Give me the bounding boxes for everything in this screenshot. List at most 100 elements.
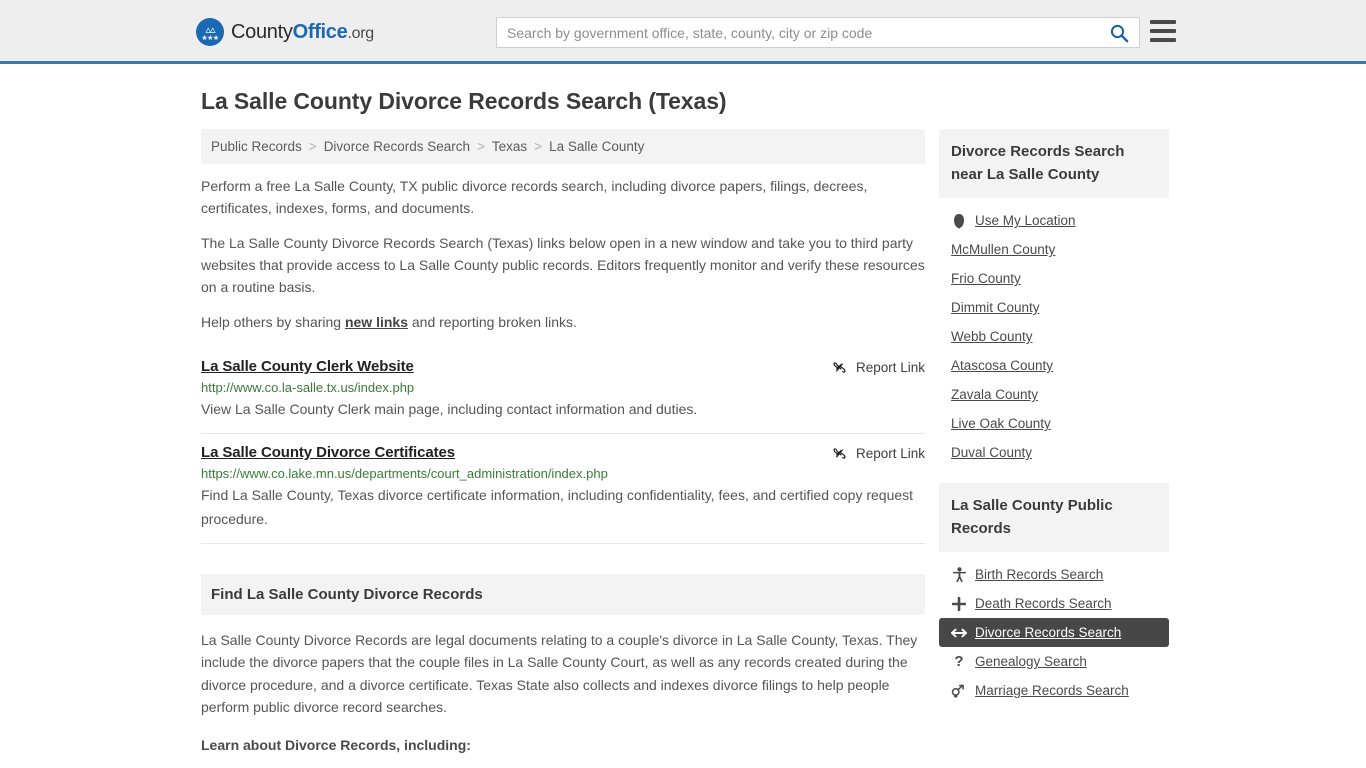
share-text-after: and reporting broken links. <box>408 314 577 331</box>
result-title-link[interactable]: La Salle County Clerk Website <box>201 358 414 375</box>
cross-icon <box>951 596 967 611</box>
breadcrumb-separator: > <box>308 139 317 154</box>
hamburger-bar-3 <box>1150 38 1176 42</box>
county-office-seal-icon: ▵▵ ★★★ <box>196 18 224 46</box>
sidebar-item-label: Birth Records Search <box>975 567 1104 582</box>
result-url: https://www.co.lake.mn.us/departments/co… <box>201 466 608 482</box>
list-item: Zavala County <box>939 380 1169 409</box>
list-item: Birth Records Search <box>939 560 1169 589</box>
report-link-button[interactable]: Report Link <box>831 445 925 462</box>
share-text-before: Help others by sharing <box>201 314 345 331</box>
sidebar-item-label: Divorce Records Search <box>975 625 1122 640</box>
breadcrumb-item-3[interactable]: La Salle County <box>549 139 644 154</box>
map-pin-icon <box>951 213 967 228</box>
breadcrumb: Public Records > Divorce Records Search … <box>201 129 925 164</box>
report-link-label: Report Link <box>855 360 925 376</box>
section-paragraph: La Salle County Divorce Records are lega… <box>201 632 918 715</box>
menu-button[interactable] <box>1150 20 1176 42</box>
main-column: Public Records > Divorce Records Search … <box>201 129 925 768</box>
learn-about-list: Where to get La Salle County Divorce Rec… <box>201 764 925 768</box>
sidebar-item-genealogy-search[interactable]: ? Genealogy Search <box>939 647 1169 676</box>
sidebar-item-atascosa-county[interactable]: Atascosa County <box>939 351 1169 380</box>
stars-glyph: ★★★ <box>201 35 219 42</box>
list-item: Dimmit County <box>939 293 1169 322</box>
site-header: ▵▵ ★★★ CountyOffice.org <box>0 0 1366 64</box>
sidebar-item-label: Dimmit County <box>951 300 1040 315</box>
nearby-counties-list: Use My Location McMullen County Frio Cou… <box>939 198 1169 467</box>
search-button[interactable] <box>1099 18 1139 47</box>
search-input[interactable] <box>497 18 1099 47</box>
report-link-button[interactable]: Report Link <box>831 359 925 376</box>
list-item: Frio County <box>939 264 1169 293</box>
result-url: http://www.co.la-salle.tx.us/index.php <box>201 380 415 396</box>
list-item: McMullen County <box>939 235 1169 264</box>
left-right-arrow-icon <box>951 627 967 639</box>
intro-text: Perform a free La Salle County, TX publi… <box>201 164 925 334</box>
sidebar-item-webb-county[interactable]: Webb County <box>939 322 1169 351</box>
list-item: Webb County <box>939 322 1169 351</box>
brand-wordmark: CountyOffice.org <box>231 21 374 44</box>
sidebar-item-marriage-records-search[interactable]: Marriage Records Search <box>939 676 1169 705</box>
page-body: La Salle County Divorce Records Search (… <box>0 64 1366 768</box>
sidebar-item-label: Webb County <box>951 329 1033 344</box>
list-item: Marriage Records Search <box>939 676 1169 705</box>
sidebar: Divorce Records Search near La Salle Cou… <box>939 129 1169 721</box>
sidebar-item-label: Marriage Records Search <box>975 683 1129 698</box>
sidebar-item-label: Death Records Search <box>975 596 1112 611</box>
list-item: Use My Location <box>939 206 1169 235</box>
sidebar-item-label: Genealogy Search <box>975 654 1087 669</box>
section-heading: Find La Salle County Divorce Records <box>201 574 925 616</box>
public-records-panel: La Salle County Public Records Birth Rec… <box>939 483 1169 705</box>
question-mark-icon: ? <box>954 653 964 670</box>
hamburger-bar-1 <box>1150 20 1176 24</box>
learn-about-heading: Learn about Divorce Records, including: <box>201 736 471 753</box>
report-link-label: Report Link <box>855 446 925 462</box>
sidebar-item-zavala-county[interactable]: Zavala County <box>939 380 1169 409</box>
breadcrumb-separator: > <box>534 139 543 154</box>
breadcrumb-item-1[interactable]: Divorce Records Search <box>324 139 470 154</box>
list-item: Death Records Search <box>939 589 1169 618</box>
result-item: La Salle County Clerk Website Report Lin… <box>201 348 925 435</box>
hamburger-bar-2 <box>1150 29 1176 33</box>
search-icon <box>1110 24 1129 42</box>
sidebar-item-label: McMullen County <box>951 242 1056 257</box>
search-bar[interactable] <box>496 17 1140 48</box>
sidebar-item-dimmit-county[interactable]: Dimmit County <box>939 293 1169 322</box>
sidebar-item-label: Frio County <box>951 271 1021 286</box>
sidebar-item-live-oak-county[interactable]: Live Oak County <box>939 409 1169 438</box>
breadcrumb-item-2[interactable]: Texas <box>492 139 527 154</box>
male-female-icon <box>951 684 967 698</box>
public-records-list: Birth Records Search Death Records Searc… <box>939 552 1169 705</box>
breadcrumb-separator: > <box>477 139 485 154</box>
sidebar-item-birth-records-search[interactable]: Birth Records Search <box>939 560 1169 589</box>
broken-link-icon <box>833 362 846 373</box>
sidebar-item-duval-county[interactable]: Duval County <box>939 438 1169 467</box>
sidebar-item-divorce-records-search[interactable]: Divorce Records Search <box>939 618 1169 647</box>
result-title-link[interactable]: La Salle County Divorce Certificates <box>201 444 455 461</box>
child-icon <box>951 567 967 582</box>
result-description: View La Salle County Clerk main page, in… <box>201 401 698 418</box>
sidebar-item-use-my-location[interactable]: Use My Location <box>939 206 1169 235</box>
intro-paragraph-1: Perform a free La Salle County, TX publi… <box>201 178 868 216</box>
sidebar-item-mcmullen-county[interactable]: McMullen County <box>939 235 1169 264</box>
nearby-counties-panel: Divorce Records Search near La Salle Cou… <box>939 129 1169 467</box>
two-column-layout: Public Records > Divorce Records Search … <box>201 129 1173 768</box>
breadcrumb-item-0[interactable]: Public Records <box>211 139 302 154</box>
sidebar-item-frio-county[interactable]: Frio County <box>939 264 1169 293</box>
sidebar-item-label: Zavala County <box>951 387 1039 402</box>
list-item: Duval County <box>939 438 1169 467</box>
result-item: La Salle County Divorce Certificates Rep… <box>201 434 925 545</box>
intro-paragraph-3: Help others by sharing new links and rep… <box>201 312 925 334</box>
list-item: Live Oak County <box>939 409 1169 438</box>
brand-prefix: County <box>231 20 293 43</box>
sidebar-item-death-records-search[interactable]: Death Records Search <box>939 589 1169 618</box>
new-links-link[interactable]: new links <box>345 314 408 330</box>
result-header: La Salle County Divorce Certificates Rep… <box>201 444 925 462</box>
panel-heading: Divorce Records Search near La Salle Cou… <box>939 129 1169 198</box>
site-logo[interactable]: ▵▵ ★★★ CountyOffice.org <box>196 18 374 46</box>
page-title: La Salle County Divorce Records Search (… <box>201 88 727 114</box>
content-container: La Salle County Divorce Records Search (… <box>193 64 1173 768</box>
result-header: La Salle County Clerk Website Report Lin… <box>201 358 925 376</box>
list-item: Where to get La Salle County Divorce Rec… <box>239 764 925 768</box>
brand-bold: Office <box>292 20 348 43</box>
